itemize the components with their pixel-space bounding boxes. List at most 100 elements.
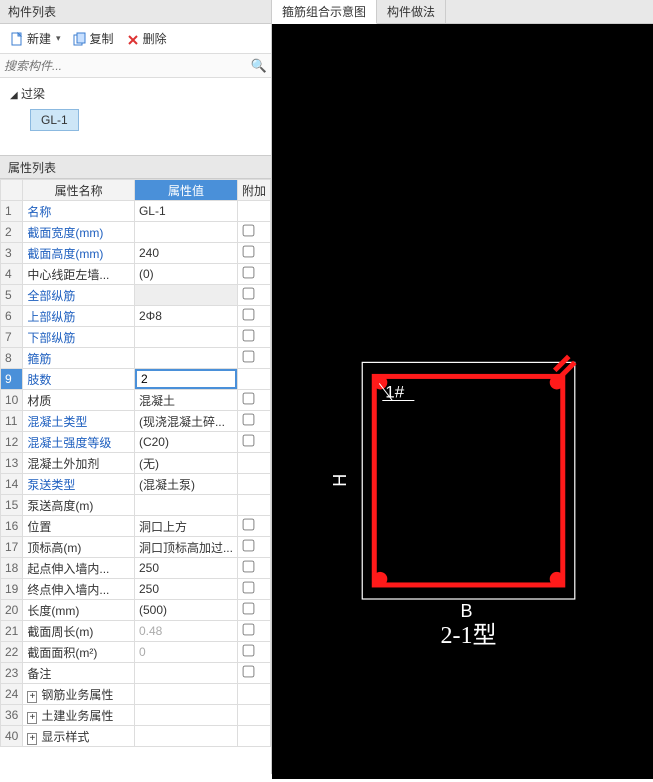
property-value[interactable]: 240 (134, 243, 237, 264)
property-value[interactable]: (500) (134, 600, 237, 621)
property-row[interactable]: 11混凝土类型(现浇混凝土碎... (1, 411, 271, 432)
property-value[interactable]: 250 (134, 579, 237, 600)
property-name[interactable]: 下部纵筋 (23, 327, 135, 348)
add-checkbox[interactable] (243, 561, 255, 573)
property-value-input[interactable] (135, 369, 237, 389)
col-name[interactable]: 属性名称 (23, 180, 135, 201)
property-name[interactable]: 截面面积(m²) (23, 642, 135, 663)
new-button[interactable]: 新建 ▾ (6, 28, 65, 49)
property-name[interactable]: 混凝土外加剂 (23, 453, 135, 474)
stirrup-diagram-viewer[interactable]: 1# H B 2-1型 (272, 24, 653, 779)
add-checkbox[interactable] (243, 603, 255, 615)
property-value[interactable] (134, 285, 237, 306)
property-value[interactable] (134, 726, 237, 747)
property-row[interactable]: 18起点伸入墙内...250 (1, 558, 271, 579)
property-name[interactable]: +钢筋业务属性 (23, 684, 135, 705)
property-row[interactable]: 2截面宽度(mm) (1, 222, 271, 243)
property-name[interactable]: 截面周长(m) (23, 621, 135, 642)
property-name[interactable]: 全部纵筋 (23, 285, 135, 306)
property-name[interactable]: 中心线距左墙... (23, 264, 135, 285)
property-row[interactable]: 24+钢筋业务属性 (1, 684, 271, 705)
property-row[interactable]: 5全部纵筋 (1, 285, 271, 306)
tab-method[interactable]: 构件做法 (377, 0, 446, 23)
property-value[interactable]: 250 (134, 558, 237, 579)
property-value[interactable] (134, 222, 237, 243)
property-value[interactable]: 混凝土 (134, 390, 237, 411)
property-value[interactable]: (混凝土泵) (134, 474, 237, 495)
add-checkbox[interactable] (243, 519, 255, 531)
add-checkbox[interactable] (243, 351, 255, 363)
property-value[interactable]: (无) (134, 453, 237, 474)
property-value[interactable] (134, 495, 237, 516)
add-checkbox[interactable] (243, 225, 255, 237)
property-row[interactable]: 22截面面积(m²)0 (1, 642, 271, 663)
property-value[interactable]: 0.48 (134, 621, 237, 642)
property-value[interactable] (134, 369, 237, 390)
property-name[interactable]: 肢数 (23, 369, 135, 390)
property-name[interactable]: +显示样式 (23, 726, 135, 747)
col-add[interactable]: 附加 (237, 180, 270, 201)
property-name[interactable]: 上部纵筋 (23, 306, 135, 327)
property-value[interactable] (134, 663, 237, 684)
property-value[interactable]: 0 (134, 642, 237, 663)
property-row[interactable]: 36+土建业务属性 (1, 705, 271, 726)
property-row[interactable]: 19终点伸入墙内...250 (1, 579, 271, 600)
property-name[interactable]: 终点伸入墙内... (23, 579, 135, 600)
property-name[interactable]: 位置 (23, 516, 135, 537)
property-name[interactable]: 泵送高度(m) (23, 495, 135, 516)
property-value[interactable]: (0) (134, 264, 237, 285)
property-name[interactable]: 材质 (23, 390, 135, 411)
property-row[interactable]: 40+显示样式 (1, 726, 271, 747)
search-input[interactable] (4, 59, 251, 73)
tree-child-item[interactable]: GL-1 (30, 109, 79, 131)
property-name[interactable]: 混凝土类型 (23, 411, 135, 432)
property-name[interactable]: 起点伸入墙内... (23, 558, 135, 579)
property-name[interactable]: 箍筋 (23, 348, 135, 369)
property-value[interactable]: 洞口顶标高加过... (134, 537, 237, 558)
property-name[interactable]: 截面宽度(mm) (23, 222, 135, 243)
property-value[interactable] (134, 348, 237, 369)
property-value[interactable]: (现浇混凝土碎... (134, 411, 237, 432)
property-name[interactable]: +土建业务属性 (23, 705, 135, 726)
add-checkbox[interactable] (243, 393, 255, 405)
add-checkbox[interactable] (243, 267, 255, 279)
expand-icon[interactable]: + (27, 733, 37, 745)
property-row[interactable]: 7下部纵筋 (1, 327, 271, 348)
property-row[interactable]: 23备注 (1, 663, 271, 684)
add-checkbox[interactable] (243, 540, 255, 552)
property-row[interactable]: 15泵送高度(m) (1, 495, 271, 516)
property-value[interactable]: GL-1 (134, 201, 237, 222)
copy-button[interactable]: 复制 (69, 28, 118, 49)
property-name[interactable]: 顶标高(m) (23, 537, 135, 558)
property-value[interactable] (134, 327, 237, 348)
property-name[interactable]: 混凝土强度等级 (23, 432, 135, 453)
property-value[interactable] (134, 684, 237, 705)
property-row[interactable]: 9肢数 (1, 369, 271, 390)
add-checkbox[interactable] (243, 645, 255, 657)
add-checkbox[interactable] (243, 414, 255, 426)
property-name[interactable]: 备注 (23, 663, 135, 684)
add-checkbox[interactable] (243, 435, 255, 447)
add-checkbox[interactable] (243, 624, 255, 636)
property-row[interactable]: 20长度(mm)(500) (1, 600, 271, 621)
property-row[interactable]: 17顶标高(m)洞口顶标高加过... (1, 537, 271, 558)
tree-root-item[interactable]: ◢ 过梁 (0, 82, 271, 105)
col-value[interactable]: 属性值 (134, 180, 237, 201)
property-value[interactable]: (C20) (134, 432, 237, 453)
property-row[interactable]: 16位置洞口上方 (1, 516, 271, 537)
property-row[interactable]: 3截面高度(mm)240 (1, 243, 271, 264)
property-name[interactable]: 截面高度(mm) (23, 243, 135, 264)
delete-button[interactable]: 删除 (122, 28, 171, 49)
property-value[interactable] (134, 705, 237, 726)
property-table-wrap[interactable]: 属性名称 属性值 附加 1名称GL-12截面宽度(mm)3截面高度(mm)240… (0, 179, 271, 774)
search-icon[interactable]: 🔍 (251, 58, 267, 74)
add-checkbox[interactable] (243, 246, 255, 258)
add-checkbox[interactable] (243, 288, 255, 300)
expand-icon[interactable]: + (27, 712, 37, 724)
add-checkbox[interactable] (243, 666, 255, 678)
add-checkbox[interactable] (243, 330, 255, 342)
dropdown-caret-icon[interactable]: ▾ (54, 33, 61, 44)
property-row[interactable]: 8箍筋 (1, 348, 271, 369)
add-checkbox[interactable] (243, 309, 255, 321)
property-name[interactable]: 泵送类型 (23, 474, 135, 495)
